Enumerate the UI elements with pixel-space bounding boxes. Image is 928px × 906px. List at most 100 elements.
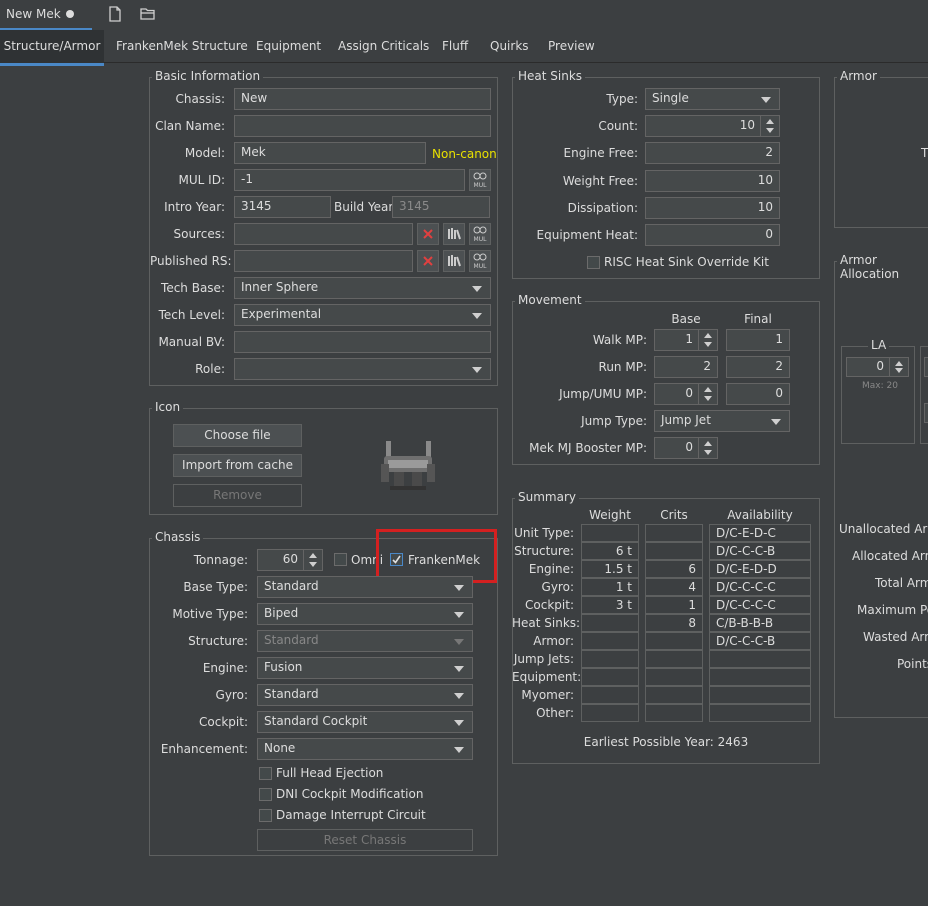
movement-title: Movement <box>515 293 585 307</box>
sources-browse-button[interactable] <box>443 223 465 245</box>
risc-checkbox[interactable] <box>587 256 600 269</box>
jump-mp-spinner[interactable]: 0 <box>654 383 718 405</box>
motive-type-label: Motive Type: <box>172 607 248 621</box>
choose-file-button[interactable]: Choose file <box>173 424 302 447</box>
hs-count-spinner[interactable]: 10 <box>645 115 780 137</box>
tech-level-dropdown[interactable]: Experimental <box>234 304 491 326</box>
reset-chassis-button[interactable]: Reset Chassis <box>257 829 473 851</box>
clan-name-label: Clan Name: <box>155 119 225 133</box>
arrow-down-icon <box>704 396 712 401</box>
cockpit-value: Standard Cockpit <box>264 714 368 728</box>
chevron-down-icon <box>454 720 464 726</box>
tonnage-label: Tonnage: <box>193 553 248 567</box>
la-armor-spinner[interactable]: 0 <box>846 357 909 377</box>
hs-type-label: Type: <box>606 92 638 106</box>
model-field[interactable]: Mek <box>234 142 426 164</box>
tab-structure-armor[interactable]: Structure/Armor <box>0 30 104 66</box>
engine-free-field[interactable]: 2 <box>645 142 780 164</box>
arrow-down-icon <box>895 368 903 373</box>
engine-value: Fusion <box>264 660 303 674</box>
walk-mp-spinner[interactable]: 1 <box>654 329 718 351</box>
arrow-up-icon <box>309 553 317 558</box>
summary-crits-cell <box>645 668 703 686</box>
mek-portrait-icon <box>381 441 435 490</box>
published-mul-button[interactable]: MUL <box>469 250 491 272</box>
next-location-spinner[interactable] <box>924 357 928 377</box>
omni-checkbox[interactable] <box>334 553 347 566</box>
summary-row-label: Unit Type: <box>514 526 574 540</box>
clan-name-field[interactable] <box>234 115 491 137</box>
summary-availability-cell: D/C-E-D-C <box>709 524 811 542</box>
tech-base-dropdown[interactable]: Inner Sphere <box>234 277 491 299</box>
full-head-ejection-label: Full Head Ejection <box>276 766 384 780</box>
summary-availability-cell: C/B-B-B-B <box>709 614 811 632</box>
dni-cockpit-label: DNI Cockpit Modification <box>276 787 424 801</box>
tab-quirks[interactable]: Quirks <box>486 30 533 63</box>
motive-type-dropdown[interactable]: Biped <box>257 603 473 625</box>
arrow-up-icon <box>704 333 712 338</box>
mj-booster-spinner[interactable]: 0 <box>654 437 718 459</box>
build-year-field[interactable]: 3145 <box>392 196 490 218</box>
enhancement-dropdown[interactable]: None <box>257 738 473 760</box>
next-location-rear-spinner[interactable] <box>924 403 928 423</box>
summary-row-label: Other: <box>536 706 574 720</box>
mj-booster-value: 0 <box>685 440 693 454</box>
cockpit-dropdown[interactable]: Standard Cockpit <box>257 711 473 733</box>
intro-year-label: Intro Year: <box>164 200 225 214</box>
la-max-text: Max: 20 <box>862 381 898 391</box>
role-dropdown[interactable] <box>234 358 491 380</box>
sources-clear-button[interactable] <box>417 223 439 245</box>
tab-equipment[interactable]: Equipment <box>252 30 325 63</box>
summary-row-label: Jump Jets: <box>513 652 574 666</box>
equipment-heat-field[interactable]: 0 <box>645 224 780 246</box>
summary-availability-cell: D/C-E-D-D <box>709 560 811 578</box>
movement-base-header: Base <box>671 312 701 326</box>
tab-frankenmek-structure[interactable]: FrankenMek Structure <box>112 30 252 63</box>
document-tab[interactable]: New Mek <box>0 0 92 30</box>
summary-availability-cell: D/C-C-C-B <box>709 632 811 650</box>
published-clear-button[interactable] <box>417 250 439 272</box>
import-from-cache-button[interactable]: Import from cache <box>173 454 302 477</box>
summary-crits-header: Crits <box>660 508 688 522</box>
chevron-down-icon <box>472 313 482 319</box>
weight-free-field[interactable]: 10 <box>645 170 780 192</box>
gyro-dropdown[interactable]: Standard <box>257 684 473 706</box>
highlight-box <box>376 529 497 583</box>
structure-dropdown[interactable]: Standard <box>257 630 473 652</box>
damage-interrupt-checkbox[interactable] <box>259 809 272 822</box>
remove-button[interactable]: Remove <box>173 484 302 507</box>
mul-id-field[interactable]: -1 <box>234 169 465 191</box>
sources-mul-button[interactable]: MUL <box>469 223 491 245</box>
summary-row-label: Heat Sinks: <box>512 616 581 630</box>
dni-cockpit-checkbox[interactable] <box>259 788 272 801</box>
manual-bv-label: Manual BV: <box>158 335 225 349</box>
manual-bv-field[interactable] <box>234 331 491 353</box>
cockpit-label: Cockpit: <box>199 715 248 729</box>
published-browse-button[interactable] <box>443 250 465 272</box>
jump-type-dropdown[interactable]: Jump Jet <box>654 410 790 432</box>
movement-final-header: Final <box>744 312 772 326</box>
new-file-icon[interactable] <box>106 5 124 23</box>
tonnage-spinner[interactable]: 60 <box>257 549 323 571</box>
summary-weight-cell: 3 t <box>581 596 639 614</box>
tab-assign-criticals[interactable]: Assign Criticals <box>334 30 433 63</box>
full-head-ejection-checkbox[interactable] <box>259 767 272 780</box>
sources-field[interactable] <box>234 223 413 245</box>
dissipation-field[interactable]: 10 <box>645 197 780 219</box>
summary-row-label: Equipment: <box>512 670 582 684</box>
hs-type-dropdown[interactable]: Single <box>645 88 780 110</box>
published-rs-field[interactable] <box>234 250 413 272</box>
chassis-field[interactable]: New <box>234 88 491 110</box>
jump-type-label: Jump Type: <box>581 414 647 428</box>
tab-preview[interactable]: Preview <box>544 30 599 63</box>
tab-fluff[interactable]: Fluff <box>438 30 472 63</box>
open-folder-icon[interactable] <box>139 5 157 23</box>
jump-type-value: Jump Jet <box>661 413 711 427</box>
base-type-dropdown[interactable]: Standard <box>257 576 473 598</box>
intro-year-field[interactable]: 3145 <box>234 196 331 218</box>
equipment-heat-label: Equipment Heat: <box>536 228 638 242</box>
engine-dropdown[interactable]: Fusion <box>257 657 473 679</box>
points-label: Points <box>897 657 928 671</box>
earliest-year-text: Earliest Possible Year: 2463 <box>583 735 749 749</box>
mul-lookup-button[interactable]: MUL <box>469 169 491 191</box>
